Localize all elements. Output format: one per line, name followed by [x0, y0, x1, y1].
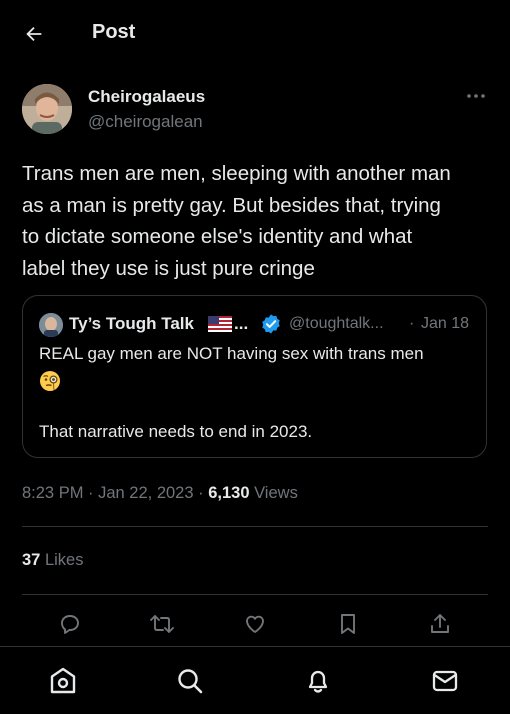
page-title: Post — [92, 21, 136, 43]
like-button[interactable] — [241, 610, 269, 638]
post-date[interactable]: Jan 22, 2023 — [98, 484, 193, 502]
verified-badge-icon — [262, 314, 280, 334]
search-icon — [178, 669, 203, 694]
nav-messages[interactable] — [429, 665, 461, 697]
retweet-button[interactable] — [148, 610, 176, 638]
nav-search[interactable] — [174, 665, 206, 697]
views-label: Views — [249, 484, 298, 502]
divider — [22, 526, 488, 527]
quoted-date: Jan 18 — [421, 315, 470, 332]
quoted-name-ellipsis: ... — [234, 314, 249, 333]
reply-icon — [61, 615, 79, 634]
quoted-author-handle: @toughtalk... — [289, 315, 384, 332]
share-button[interactable] — [426, 610, 454, 638]
quoted-author-avatar — [39, 313, 63, 337]
nav-home[interactable] — [47, 665, 79, 697]
bottom-navigation — [0, 646, 510, 714]
retweet-icon — [150, 615, 174, 633]
quoted-post[interactable]: Ty’s Tough Talk ... @toughtalk... · Jan … — [22, 295, 487, 458]
quoted-separator: · — [409, 315, 415, 332]
mail-icon — [432, 670, 458, 692]
home-icon — [50, 667, 76, 694]
bookmark-icon — [341, 614, 355, 634]
post-metadata: 8:23 PM · Jan 22, 2023 · 6,130 Views — [22, 484, 298, 503]
post-time[interactable]: 8:23 PM — [22, 484, 83, 502]
us-flag-icon — [208, 316, 232, 332]
nav-notifications[interactable] — [302, 665, 334, 697]
more-options-button[interactable] — [462, 86, 490, 106]
arrow-left-icon — [26, 26, 42, 42]
likes-count: 37 — [22, 551, 41, 569]
meta-separator: · — [193, 484, 209, 502]
quoted-text-line-2: That narrative needs to end in 2023. — [39, 422, 313, 441]
share-icon — [431, 614, 449, 633]
more-horizontal-icon — [467, 94, 485, 98]
bell-icon — [308, 670, 328, 693]
views-count: 6,130 — [208, 484, 250, 502]
bookmark-button[interactable] — [334, 610, 362, 638]
heart-icon — [246, 615, 264, 633]
meta-separator: · — [83, 484, 99, 502]
divider — [22, 594, 488, 595]
post-text: Trans men are men, sleeping with another… — [22, 162, 451, 280]
face-with-monocle-icon — [40, 371, 60, 391]
likes-label: Likes — [40, 551, 84, 569]
author-name[interactable]: Cheirogalaeus — [88, 87, 205, 107]
quoted-author-name: Ty’s Tough Talk — [69, 314, 194, 333]
author-handle[interactable]: @cheirogalean — [88, 112, 203, 132]
back-button[interactable] — [18, 18, 50, 50]
reply-button[interactable] — [56, 610, 84, 638]
author-avatar[interactable] — [22, 84, 72, 134]
quoted-text-line-1: REAL gay men are NOT having sex with tra… — [39, 344, 424, 363]
likes-link[interactable]: 37 Likes — [22, 551, 83, 570]
top-header: Post — [0, 0, 510, 66]
